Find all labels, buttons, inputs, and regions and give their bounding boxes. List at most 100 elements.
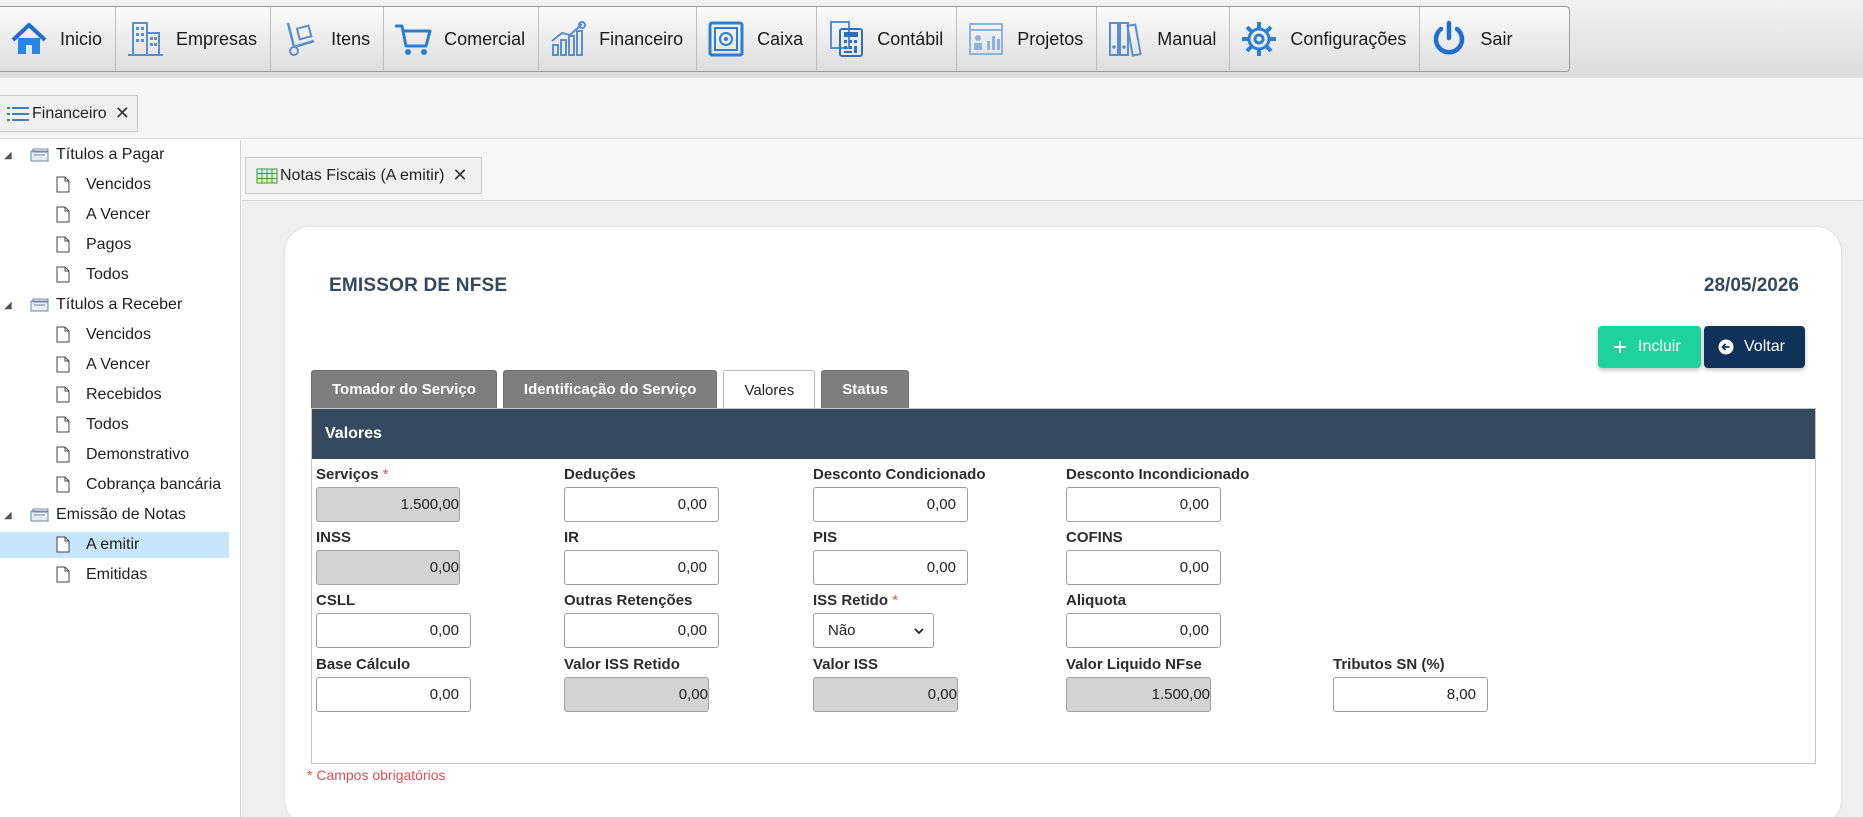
- iss-retido-select[interactable]: Não: [813, 613, 934, 648]
- document-icon: [56, 386, 70, 403]
- document-icon: [56, 236, 70, 253]
- module-tab-strip: Financeiro ✕: [0, 78, 1863, 139]
- expand-arrow-icon[interactable]: ◢: [4, 300, 12, 311]
- required-fields-note: * Campos obrigatórios: [307, 767, 446, 783]
- tree-group-emissao-de-notas[interactable]: ◢ Emissão de Notas: [0, 502, 241, 528]
- back-arrow-icon: [1718, 339, 1734, 355]
- tree-item-pagos[interactable]: Pagos: [0, 232, 241, 258]
- tab-valores[interactable]: Valores: [723, 370, 816, 409]
- work-area: Notas Fiscais (A emitir) ✕ EMISSOR DE NF…: [242, 140, 1863, 817]
- tab-status[interactable]: Status: [821, 370, 910, 408]
- csll-label: CSLL: [316, 592, 356, 609]
- tributos-sn-field[interactable]: [1333, 677, 1488, 712]
- tab-identificacao-do-servico[interactable]: Identificação do Serviço: [502, 370, 718, 408]
- deducoes-label: Deduções: [564, 466, 636, 483]
- project-board-icon: [965, 18, 1007, 60]
- tree-item-cobranca-bancaria[interactable]: Cobrança bancária: [0, 472, 241, 498]
- voltar-button[interactable]: Voltar: [1704, 326, 1805, 368]
- tree-item-todos[interactable]: Todos: [0, 262, 241, 288]
- home-icon: [8, 18, 50, 60]
- tree-item-a-vencer[interactable]: A Vencer: [0, 352, 241, 378]
- tree-item-label: A Vencer: [86, 206, 151, 223]
- cofins-field[interactable]: [1066, 550, 1221, 585]
- document-icon: [56, 536, 70, 553]
- desconto-condicionado-field[interactable]: [813, 487, 968, 522]
- tree-item-vencidos[interactable]: Vencidos: [0, 322, 241, 348]
- valor-liquido-label: Valor Liquido NFse: [1066, 656, 1202, 673]
- tree-item-label: Todos: [86, 266, 129, 283]
- tree-item-vencidos[interactable]: Vencidos: [0, 172, 241, 198]
- main-menu: Inicio Empresas Itens Comercial Financei…: [0, 6, 1570, 72]
- servicos-label: Serviços *: [316, 466, 389, 483]
- tree-group-titulos-a-receber[interactable]: ◢ Títulos a Receber: [0, 292, 241, 318]
- tree-item-label: Todos: [86, 416, 129, 433]
- button-label: Incluir: [1638, 338, 1681, 355]
- tree-item-a-vencer[interactable]: A Vencer: [0, 202, 241, 228]
- aliquota-label: Aliquota: [1066, 592, 1126, 609]
- base-calculo-field[interactable]: [316, 677, 471, 712]
- valor-iss-retido-label: Valor ISS Retido: [564, 656, 680, 673]
- tree-group-label: Emissão de Notas: [56, 506, 186, 523]
- valor-iss-field: [813, 677, 958, 712]
- outras-retencoes-field[interactable]: [564, 613, 719, 648]
- menu-itens[interactable]: Itens: [271, 7, 385, 71]
- tree-item-demonstrativo[interactable]: Demonstrativo: [0, 442, 241, 468]
- menu-comercial[interactable]: Comercial: [384, 7, 540, 71]
- list-icon: [7, 106, 29, 121]
- menu-sair[interactable]: Sair: [1420, 7, 1525, 71]
- power-icon: [1428, 18, 1470, 60]
- expand-arrow-icon[interactable]: ◢: [4, 150, 12, 161]
- close-icon[interactable]: ✕: [115, 103, 130, 124]
- ir-field[interactable]: [564, 550, 719, 585]
- menu-empresas[interactable]: Empresas: [116, 7, 272, 71]
- select-value: Não: [828, 622, 856, 639]
- menu-label: Configurações: [1290, 28, 1407, 49]
- nfse-form-card: EMISSOR DE NFSE 28/05/2026 Incluir Volta…: [284, 226, 1842, 817]
- csll-field[interactable]: [316, 613, 471, 648]
- document-icon: [56, 206, 70, 223]
- valor-iss-retido-field: [564, 677, 709, 712]
- pis-label: PIS: [813, 529, 838, 546]
- folder-icon: [30, 148, 49, 162]
- chart-growth-icon: [547, 18, 589, 60]
- iss-retido-label: ISS Retido *: [813, 592, 899, 609]
- cart-icon: [392, 18, 434, 60]
- page-date: 28/05/2026: [1703, 275, 1799, 296]
- top-menu-bar: Inicio Empresas Itens Comercial Financei…: [0, 0, 1863, 78]
- outras-retencoes-label: Outras Retenções: [564, 592, 693, 609]
- tab-label: Financeiro: [32, 104, 107, 122]
- calculator-icon: [825, 18, 867, 60]
- expand-arrow-icon[interactable]: ◢: [4, 510, 12, 521]
- document-icon: [56, 356, 70, 373]
- tree-group-titulos-a-pagar[interactable]: ◢ Títulos a Pagar: [0, 142, 241, 168]
- menu-projetos[interactable]: Projetos: [957, 7, 1098, 71]
- tree-item-todos[interactable]: Todos: [0, 412, 241, 438]
- menu-financeiro[interactable]: Financeiro: [539, 7, 698, 71]
- chevron-down-icon: [914, 628, 924, 635]
- menu-manual[interactable]: Manual: [1097, 7, 1231, 71]
- menu-label: Caixa: [757, 28, 804, 49]
- menu-label: Projetos: [1017, 28, 1084, 49]
- tab-notas-fiscais-a-emitir[interactable]: Notas Fiscais (A emitir) ✕: [245, 157, 482, 194]
- aliquota-field[interactable]: [1066, 613, 1221, 648]
- tab-financeiro[interactable]: Financeiro ✕: [0, 95, 138, 132]
- tree-item-emitidas[interactable]: Emitidas: [0, 562, 241, 588]
- deducoes-field[interactable]: [564, 487, 719, 522]
- document-icon: [56, 566, 70, 583]
- pis-field[interactable]: [813, 550, 968, 585]
- tree-item-recebidos[interactable]: Recebidos: [0, 382, 241, 408]
- desconto-incondicionado-field[interactable]: [1066, 487, 1221, 522]
- tree-item-label: Vencidos: [86, 176, 151, 193]
- valores-panel: Valores Serviços * Deduções Desconto Con…: [311, 408, 1816, 764]
- menu-contabil[interactable]: Contábil: [817, 7, 958, 71]
- tab-tomador-do-servico[interactable]: Tomador do Serviço: [311, 370, 497, 408]
- close-icon[interactable]: ✕: [452, 165, 467, 186]
- incluir-button[interactable]: Incluir: [1598, 326, 1701, 368]
- menu-label: Comercial: [444, 28, 526, 49]
- menu-configuracoes[interactable]: Configurações: [1230, 7, 1421, 71]
- menu-inicio[interactable]: Inicio: [0, 7, 117, 71]
- tree-group-label: Títulos a Receber: [56, 296, 183, 313]
- menu-caixa[interactable]: Caixa: [697, 7, 818, 71]
- tree-item-a-emitir[interactable]: A emitir: [0, 532, 229, 558]
- required-mark: *: [892, 592, 899, 609]
